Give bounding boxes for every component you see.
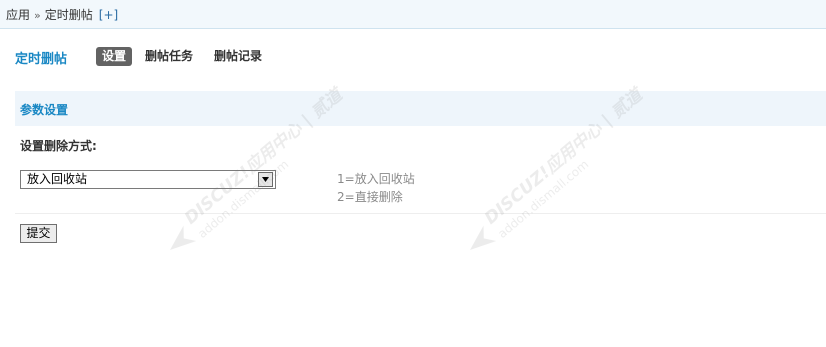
submit-button[interactable]: 提交	[20, 224, 57, 243]
section-title: 参数设置	[20, 103, 69, 117]
delete-mode-select[interactable]: 放入回收站	[20, 170, 276, 189]
breadcrumb-root[interactable]: 应用	[6, 8, 30, 22]
section-header: 参数设置	[15, 91, 826, 126]
breadcrumb-bar: 应用 » 定时删帖 [+]	[0, 0, 826, 29]
tab-delete-tasks[interactable]: 删帖任务	[145, 47, 193, 66]
hint-line-2: 2=直接删除	[337, 190, 403, 204]
breadcrumb-current[interactable]: 定时删帖	[45, 8, 93, 22]
plugin-nav: 定时删帖 设置 删帖任务 删帖记录	[0, 46, 826, 68]
tab-delete-records[interactable]: 删帖记录	[214, 47, 262, 66]
add-shortcut-link[interactable]: [+]	[99, 8, 118, 22]
delete-mode-selected-value: 放入回收站	[27, 172, 88, 186]
dropdown-arrow-icon[interactable]	[258, 172, 273, 187]
breadcrumb-separator: »	[34, 9, 41, 22]
breadcrumb: 应用 » 定时删帖 [+]	[6, 7, 118, 24]
divider	[15, 213, 826, 214]
tab-settings[interactable]: 设置	[96, 47, 133, 66]
delete-mode-label: 设置删除方式:	[20, 139, 97, 153]
delete-mode-hint: 1=放入回收站 2=直接删除	[337, 170, 415, 206]
hint-line-1: 1=放入回收站	[337, 172, 415, 186]
plugin-title: 定时删帖	[15, 52, 68, 67]
watermark-url: addon.dismall.com	[495, 157, 591, 241]
